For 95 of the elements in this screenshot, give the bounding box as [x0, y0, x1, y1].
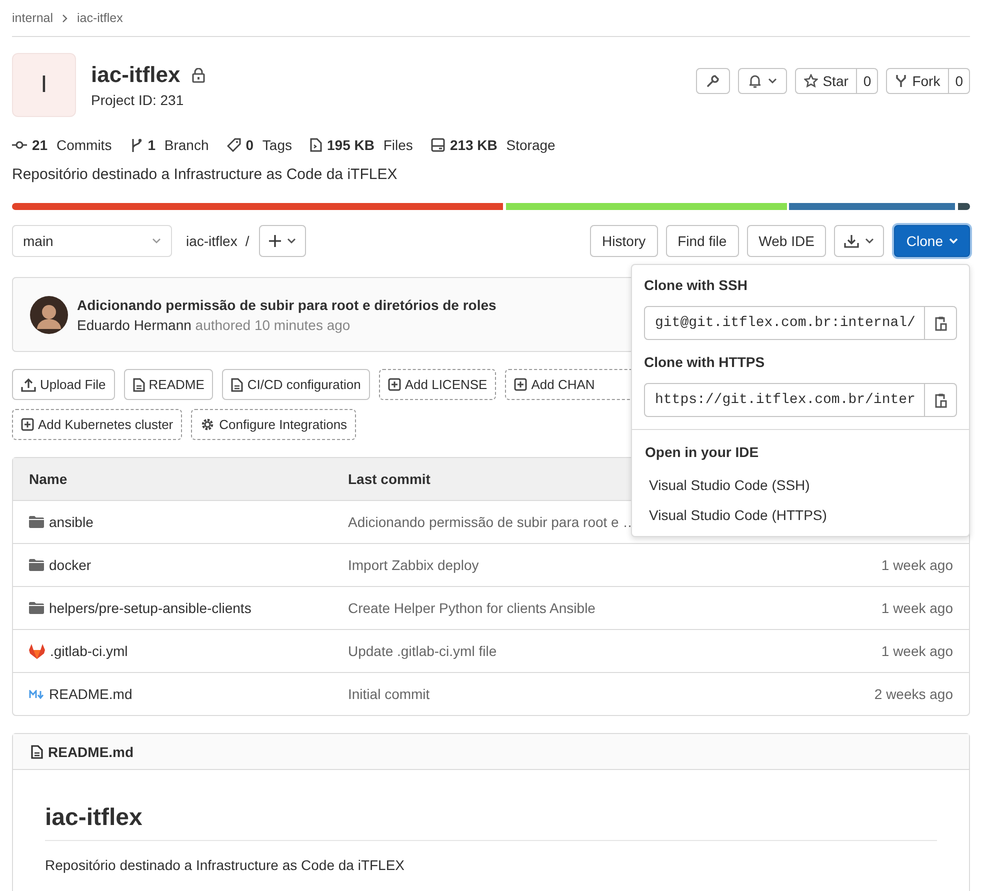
fork-count: 0: [949, 68, 970, 94]
plus-square-icon: [21, 418, 34, 431]
readme-filename: README.md: [48, 744, 134, 760]
stat-link[interactable]: 21 Commits: [12, 137, 112, 153]
stat-link[interactable]: 1 Branch: [130, 137, 209, 153]
file-name-link[interactable]: helpers/pre-setup-ansible-clients: [49, 600, 252, 616]
dropdown-heading: Open in your IDE: [644, 443, 760, 462]
quick-action-button[interactable]: Add LICENSE: [378, 369, 496, 400]
readme-heading: iac-itflex: [45, 804, 937, 841]
clipboard-icon: [934, 392, 946, 408]
stat-link[interactable]: 0 Tags: [226, 137, 292, 153]
column-header: Last commit: [348, 471, 430, 487]
commit-message-link[interactable]: Initial commit: [348, 686, 874, 702]
file-name-link[interactable]: docker: [49, 557, 92, 573]
storage-icon: [430, 138, 445, 152]
repository-path-link[interactable]: iac-itflex: [186, 233, 238, 249]
project-description: Repositório destinado a Infrastructure as Code da iTFLEX: [12, 166, 398, 183]
clipboard-icon: [934, 316, 946, 330]
star-count: 0: [857, 68, 878, 94]
document-icon: [31, 744, 43, 758]
toolbar-button[interactable]: Find file: [666, 225, 739, 257]
star-icon: [804, 74, 818, 88]
last-update-time: 1 week ago: [881, 557, 953, 573]
upload-icon: [21, 378, 36, 392]
quick-action-button[interactable]: Upload File: [12, 369, 115, 400]
folder-icon: [29, 559, 44, 571]
toolbar-button[interactable]: History: [590, 225, 658, 257]
document-icon: [132, 378, 145, 392]
commit-message-link[interactable]: Update .gitlab-ci.yml file: [348, 643, 882, 659]
document-icon: [231, 378, 244, 392]
project-id: Project ID: 231: [91, 92, 185, 108]
branch-dropdown[interactable]: main: [12, 225, 172, 257]
tag-icon: [226, 138, 241, 152]
path-separator: /: [245, 233, 250, 249]
file-icon: [310, 138, 322, 152]
quick-action-button[interactable]: CI/CD configuration: [222, 369, 370, 400]
avatar-icon: [30, 296, 68, 334]
markdown-icon: [29, 690, 44, 698]
wrench-icon: [706, 74, 720, 88]
caret-icon: [865, 238, 874, 244]
project-avatar: I: [12, 53, 76, 117]
copy-button[interactable]: [925, 383, 957, 417]
settings-button[interactable]: [696, 68, 730, 94]
readme-text: Repositório destinado a Infrastructure as Code da iTFLEX: [45, 857, 406, 873]
gear-icon: [200, 417, 216, 432]
star-button[interactable]: Star: [794, 68, 858, 94]
notification-button[interactable]: [738, 68, 787, 94]
folder-icon: [29, 602, 44, 614]
breadcrumb-link[interactable]: iac-itflex: [77, 11, 123, 25]
last-update-time: 1 week ago: [881, 600, 953, 616]
commit-time: 10 minutes ago: [254, 316, 350, 332]
dropdown-item[interactable]: Visual Studio Code (SSH): [632, 470, 969, 500]
toolbar-button[interactable]: Web IDE: [746, 225, 826, 257]
commit-title-link[interactable]: Adicionando permissão de subir para root e diretórios de roles: [77, 296, 496, 312]
stat-link[interactable]: 213 KB Storage: [430, 137, 556, 153]
folder-icon: [29, 516, 44, 528]
fox-icon: [29, 644, 45, 658]
quick-action-button[interactable]: Configure Integrations: [191, 409, 356, 440]
commit-message-link[interactable]: Create Helper Python for clients Ansible: [348, 600, 882, 616]
plus-square-icon: [388, 378, 401, 391]
last-update-time: 2 weeks ago: [874, 686, 953, 702]
ssh-url-field[interactable]: git@git.itflex.com.br:internal/: [644, 306, 925, 340]
caret-icon: [768, 78, 777, 84]
plus-icon: [269, 235, 282, 247]
fork-button[interactable]: Fork: [886, 68, 950, 94]
quick-action-button[interactable]: README: [124, 369, 214, 400]
commit-action: authored: [195, 316, 251, 332]
stat-link[interactable]: 195 KB Files: [310, 137, 413, 153]
clone-button[interactable]: Clone: [894, 225, 970, 257]
caret-icon: [287, 238, 296, 244]
plus-square-icon: [514, 378, 528, 391]
last-update-time: 1 week ago: [881, 643, 953, 659]
bell-icon: [748, 74, 762, 88]
file-name-link[interactable]: README.md: [49, 686, 132, 702]
breadcrumb-link[interactable]: internal: [12, 11, 53, 25]
copy-button[interactable]: [925, 306, 957, 340]
download-icon: [844, 234, 860, 248]
dropdown-heading: Clone with SSH: [643, 276, 748, 295]
project-title: iac-itflex: [91, 62, 180, 88]
commit-message-link[interactable]: Import Zabbix deploy: [348, 557, 882, 573]
file-name-link[interactable]: ansible: [49, 514, 94, 530]
branch-icon: [130, 138, 143, 152]
https-url-field[interactable]: https://git.itflex.com.br/inter: [644, 383, 925, 417]
add-dropdown[interactable]: [259, 225, 306, 257]
dropdown-heading: Clone with HTTPS: [643, 353, 766, 372]
download-dropdown[interactable]: [834, 225, 884, 257]
chevron-right-icon: [62, 14, 68, 22]
file-name-link[interactable]: .gitlab-ci.yml: [50, 643, 128, 659]
author-link[interactable]: Eduardo Hermann: [77, 316, 192, 332]
caret-icon: [152, 238, 161, 244]
caret-icon: [949, 238, 958, 244]
dropdown-item[interactable]: Visual Studio Code (HTTPS): [632, 500, 969, 530]
quick-action-button[interactable]: Add Kubernetes cluster: [12, 409, 182, 440]
fork-icon: [895, 74, 908, 88]
column-header: Name: [29, 471, 68, 487]
